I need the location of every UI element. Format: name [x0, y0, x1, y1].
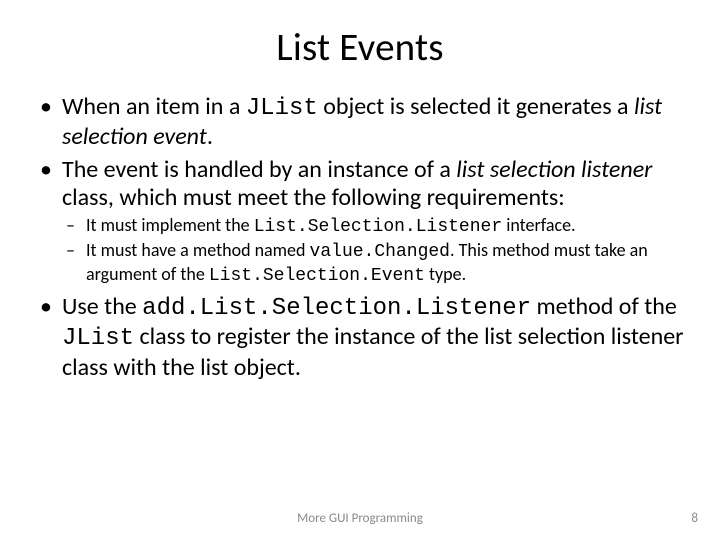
- code-jlist-2: JList: [62, 325, 134, 352]
- code-value-changed: value.Changed: [310, 242, 450, 262]
- bullet-item-2: The event is handled by an instance of a…: [34, 156, 686, 287]
- code-add-list-selection-listener: add.List.Selection.Listener: [142, 295, 531, 322]
- code-jlist: JList: [246, 95, 318, 122]
- text: It must implement the: [86, 214, 254, 236]
- text: It must have a method named: [86, 239, 310, 261]
- footer-text: More GUI Programming: [0, 511, 720, 526]
- slide-title: List Events: [34, 24, 686, 71]
- slide: List Events When an item in a JList obje…: [0, 0, 720, 540]
- text: class to register the instance of the li…: [62, 322, 684, 381]
- sub-bullet-item-1: It must implement the List.Selection.Lis…: [62, 215, 686, 238]
- text: object is selected it generates a: [318, 92, 634, 121]
- page-number: 8: [691, 511, 698, 526]
- sub-bullet-item-2: It must have a method named value.Change…: [62, 240, 686, 286]
- em-list-selection-listener: list selection listener: [456, 155, 652, 184]
- code-list-selection-listener: List.Selection.Listener: [254, 217, 502, 237]
- text: class, which must meet the following req…: [62, 183, 565, 212]
- text: .: [207, 122, 213, 151]
- code-list-selection-event: List.Selection.Event: [209, 266, 425, 286]
- text: type.: [425, 263, 466, 285]
- bullet-list: When an item in a JList object is select…: [34, 93, 686, 382]
- text: When an item in a: [62, 92, 246, 121]
- text: The event is handled by an instance of a: [62, 155, 456, 184]
- text: interface.: [502, 214, 575, 236]
- bullet-item-3: Use the add.List.Selection.Listener meth…: [34, 293, 686, 382]
- sub-bullet-list: It must implement the List.Selection.Lis…: [62, 215, 686, 287]
- bullet-item-1: When an item in a JList object is select…: [34, 93, 686, 152]
- text: method of the: [531, 292, 677, 321]
- text: Use the: [62, 292, 142, 321]
